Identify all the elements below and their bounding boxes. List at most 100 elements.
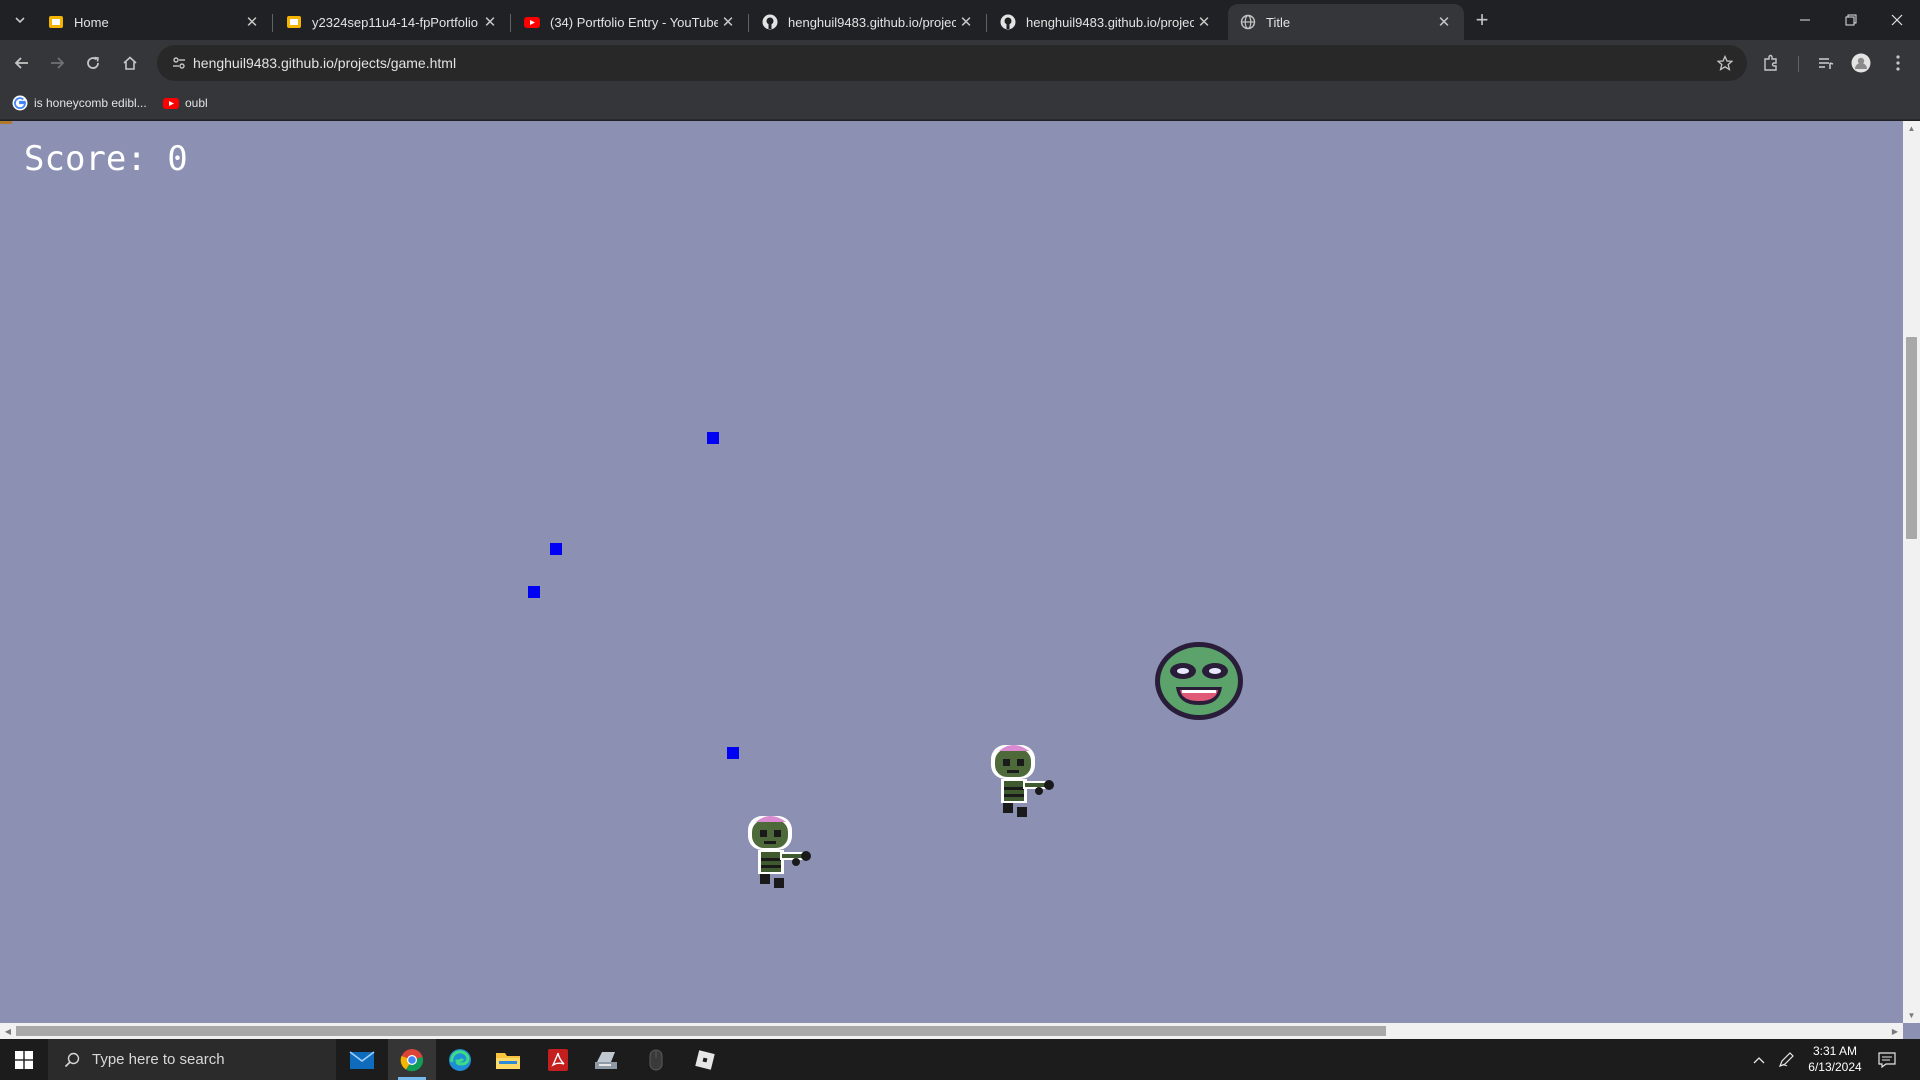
close-tab-icon[interactable]: ✕ — [480, 12, 500, 32]
back-button[interactable] — [8, 49, 36, 77]
taskbar-search[interactable]: Type here to search — [48, 1039, 336, 1080]
acrobat-icon[interactable] — [534, 1039, 582, 1080]
blue-pellet — [727, 747, 739, 759]
youtube-icon — [163, 95, 179, 111]
close-tab-icon[interactable]: ✕ — [956, 12, 976, 32]
bookmark-star-icon[interactable] — [1715, 53, 1735, 73]
tab-title: Title — [1266, 14, 1291, 30]
scroll-left-icon[interactable]: ◀ — [3, 1026, 13, 1036]
home-icon — [123, 56, 137, 70]
clock-date: 6/13/2024 — [1808, 1060, 1862, 1074]
tab-portfolio-slides[interactable]: y2324sep11u4-14-fpPortfolio - ✕ — [274, 4, 511, 40]
blue-pellet — [707, 432, 719, 444]
bookmarks-bar: is honeycomb edibl... oubl — [0, 86, 1920, 120]
pen-icon[interactable] — [1774, 1039, 1798, 1080]
tray-overflow-icon[interactable] — [1748, 1039, 1770, 1080]
tab-strip: Home ✕ y2324sep11u4-14-fpPortfolio - ✕ (… — [0, 0, 1920, 40]
scroll-down-icon[interactable]: ▼ — [1907, 1011, 1916, 1020]
green-face-icon — [1155, 642, 1243, 720]
bookmark-honeycomb[interactable]: is honeycomb edibl... — [12, 94, 147, 112]
notifications-icon[interactable] — [1872, 1039, 1902, 1080]
roblox-icon[interactable] — [681, 1039, 729, 1080]
vertical-scrollbar[interactable]: ▲ ▼ — [1903, 121, 1920, 1023]
game-canvas[interactable]: Score: 0 — [0, 121, 1903, 1023]
extensions-icon[interactable] — [1760, 52, 1782, 74]
chevron-down-icon — [15, 17, 25, 24]
tab-divider — [748, 14, 749, 32]
reload-icon — [87, 56, 99, 69]
zombie-sprite — [991, 745, 1054, 817]
tab-divider — [986, 14, 987, 32]
slides-icon — [48, 14, 64, 30]
profile-avatar-icon[interactable] — [1850, 52, 1872, 74]
globe-icon — [1240, 14, 1256, 30]
horizontal-scrollbar[interactable]: ◀ ▶ — [0, 1023, 1903, 1039]
clock-time: 3:31 AM — [1812, 1044, 1858, 1058]
browser-toolbar: henghuil9483.github.io/projects/game.htm… — [0, 40, 1920, 86]
tab-github-2[interactable]: henghuil9483.github.io/project ✕ — [988, 4, 1224, 40]
scroll-up-icon[interactable]: ▲ — [1907, 124, 1916, 133]
tab-youtube[interactable]: (34) Portfolio Entry - YouTube ✕ — [512, 4, 749, 40]
github-icon — [762, 14, 778, 30]
tab-title-active[interactable]: Title ✕ — [1228, 4, 1464, 40]
reload-button[interactable] — [79, 49, 107, 77]
file-explorer-icon[interactable] — [484, 1039, 532, 1080]
restore-icon — [1845, 14, 1857, 26]
blue-pellet — [550, 543, 562, 555]
slides-icon — [286, 14, 302, 30]
tab-divider — [272, 14, 273, 32]
arrow-right-icon — [51, 57, 65, 69]
printer-app-icon[interactable] — [582, 1039, 630, 1080]
home-button[interactable] — [116, 49, 144, 77]
close-tab-icon[interactable]: ✕ — [1194, 12, 1214, 32]
new-tab-button[interactable]: + — [1470, 7, 1494, 32]
tab-title: Home — [74, 14, 109, 30]
page-viewport: Score: 0 ▲ ▼ ◀ ▶ — [0, 121, 1920, 1039]
menu-kebab-icon[interactable] — [1887, 52, 1909, 74]
edge-icon[interactable] — [436, 1039, 484, 1080]
tab-title: y2324sep11u4-14-fpPortfolio - — [312, 14, 480, 30]
bookmark-oubl[interactable]: oubl — [163, 94, 208, 112]
toolbar-divider — [1798, 56, 1799, 72]
site-info-icon[interactable] — [169, 53, 189, 73]
tab-divider — [510, 14, 511, 32]
forward-button[interactable] — [43, 49, 71, 77]
mail-icon[interactable] — [338, 1039, 386, 1080]
windows-taskbar: Type here to search 3:31 AM 6/13/2024 — [0, 1039, 1920, 1080]
close-tab-icon[interactable]: ✕ — [1434, 12, 1454, 32]
tab-github-1[interactable]: henghuil9483.github.io/project ✕ — [750, 4, 987, 40]
close-window-button[interactable] — [1874, 0, 1920, 40]
minimize-button[interactable] — [1782, 0, 1828, 40]
chrome-icon[interactable] — [388, 1039, 436, 1080]
windows-logo-icon — [15, 1050, 33, 1069]
github-icon — [1000, 14, 1016, 30]
bookmark-label: is honeycomb edibl... — [34, 96, 147, 110]
scroll-right-icon[interactable]: ▶ — [1890, 1026, 1900, 1036]
score-label: Score: 0 — [24, 139, 188, 179]
horizontal-scroll-thumb[interactable] — [16, 1026, 1386, 1036]
search-placeholder: Type here to search — [92, 1051, 225, 1068]
vertical-scroll-thumb[interactable] — [1906, 337, 1917, 539]
mouse-app-icon[interactable] — [632, 1039, 680, 1080]
address-bar[interactable]: henghuil9483.github.io/projects/game.htm… — [157, 45, 1747, 81]
corner-artifact — [0, 121, 12, 124]
media-control-icon[interactable] — [1815, 52, 1837, 74]
close-tab-icon[interactable]: ✕ — [242, 12, 262, 32]
url-text: henghuil9483.github.io/projects/game.htm… — [193, 55, 457, 71]
bookmark-label: oubl — [185, 96, 208, 110]
search-icon — [62, 1050, 82, 1070]
tab-home[interactable]: Home ✕ — [36, 4, 273, 40]
blue-pellet — [528, 586, 540, 598]
tab-title: henghuil9483.github.io/project — [1026, 14, 1194, 30]
minimize-icon — [1800, 19, 1810, 21]
tab-title: (34) Portfolio Entry - YouTube — [550, 14, 718, 30]
restore-button[interactable] — [1828, 0, 1874, 40]
close-tab-icon[interactable]: ✕ — [718, 12, 738, 32]
tab-title: henghuil9483.github.io/project — [788, 14, 956, 30]
google-icon — [12, 95, 28, 111]
youtube-icon — [524, 14, 540, 30]
tab-search-button[interactable] — [6, 8, 34, 32]
system-clock[interactable]: 3:31 AM 6/13/2024 — [1800, 1043, 1870, 1075]
start-button[interactable] — [0, 1039, 48, 1080]
arrow-left-icon — [14, 57, 28, 69]
